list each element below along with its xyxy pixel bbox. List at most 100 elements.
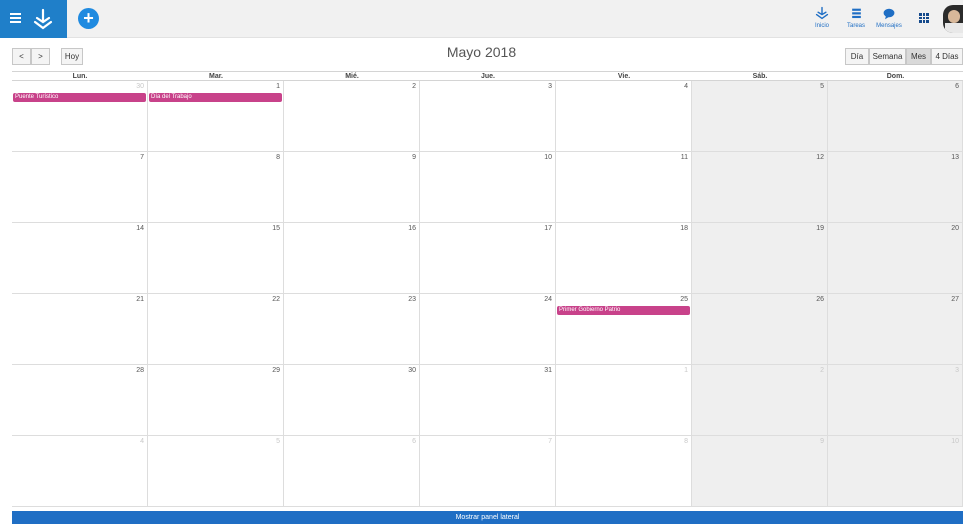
day-cell[interactable]: 30 (12, 81, 148, 152)
day-cell[interactable]: 5 (692, 81, 828, 152)
day-cell[interactable]: 26 (692, 294, 828, 365)
calendar-event[interactable]: Primer Gobierno Patrio (557, 306, 690, 315)
day-cell[interactable]: 13 (828, 152, 963, 223)
day-number[interactable]: 2 (412, 83, 416, 90)
day-cell[interactable]: 12 (692, 152, 828, 223)
day-cell[interactable]: 3 (420, 81, 556, 152)
day-cell[interactable]: 2 (284, 81, 420, 152)
nav-tareas[interactable]: Tareas (845, 4, 867, 34)
day-cell[interactable]: 17 (420, 223, 556, 294)
nav-inicio[interactable]: Inicio (811, 4, 833, 34)
day-cell[interactable]: 7 (12, 152, 148, 223)
day-cell[interactable]: 30 (284, 365, 420, 436)
day-cell[interactable]: 7 (420, 436, 556, 507)
day-number[interactable]: 31 (544, 367, 552, 374)
day-number[interactable]: 3 (955, 367, 959, 374)
day-cell[interactable]: 10 (828, 436, 963, 507)
view-day-button[interactable]: Día (845, 48, 869, 65)
app-logo-icon[interactable] (32, 8, 54, 30)
day-number[interactable]: 12 (816, 154, 824, 161)
day-number[interactable]: 4 (684, 83, 688, 90)
day-cell[interactable]: 15 (148, 223, 284, 294)
day-number[interactable]: 11 (681, 154, 688, 161)
day-number[interactable]: 27 (951, 296, 959, 303)
day-number[interactable]: 17 (544, 225, 552, 232)
day-number[interactable]: 23 (408, 296, 416, 303)
hamburger-menu-icon[interactable] (10, 13, 21, 23)
day-cell[interactable]: 19 (692, 223, 828, 294)
day-cell[interactable]: 8 (556, 436, 692, 507)
day-cell[interactable]: 4 (556, 81, 692, 152)
day-number[interactable]: 13 (951, 154, 959, 161)
day-cell[interactable]: 8 (148, 152, 284, 223)
day-cell[interactable]: 2 (692, 365, 828, 436)
day-cell[interactable]: 31 (420, 365, 556, 436)
day-number[interactable]: 30 (408, 367, 416, 374)
day-number[interactable]: 10 (544, 154, 552, 161)
day-cell[interactable]: 14 (12, 223, 148, 294)
view-week-button[interactable]: Semana (869, 48, 906, 65)
add-new-button[interactable]: + (78, 8, 99, 29)
day-number[interactable]: 29 (272, 367, 280, 374)
day-number[interactable]: 30 (136, 83, 144, 90)
day-cell[interactable]: 24 (420, 294, 556, 365)
day-number[interactable]: 16 (408, 225, 416, 232)
calendar-event[interactable]: Puente Turístico (13, 93, 146, 102)
day-number[interactable]: 6 (412, 438, 416, 445)
day-number[interactable]: 25 (680, 296, 688, 303)
day-number[interactable]: 26 (816, 296, 824, 303)
day-cell[interactable]: 10 (420, 152, 556, 223)
day-number[interactable]: 21 (136, 296, 144, 303)
day-cell[interactable]: 1 (148, 81, 284, 152)
calendar-event[interactable]: Día del Trabajo (149, 93, 282, 102)
nav-mensajes[interactable]: Mensajes (874, 4, 904, 34)
day-cell[interactable]: 23 (284, 294, 420, 365)
day-number[interactable]: 8 (684, 438, 688, 445)
day-number[interactable]: 9 (412, 154, 416, 161)
day-number[interactable]: 20 (951, 225, 959, 232)
day-cell[interactable]: 18 (556, 223, 692, 294)
day-cell[interactable]: 20 (828, 223, 963, 294)
view-4days-button[interactable]: 4 Días (931, 48, 963, 65)
apps-grid-icon[interactable] (919, 13, 929, 23)
day-cell[interactable]: 11 (556, 152, 692, 223)
day-number[interactable]: 7 (548, 438, 552, 445)
day-number[interactable]: 24 (544, 296, 552, 303)
day-cell[interactable]: 22 (148, 294, 284, 365)
day-cell[interactable]: 27 (828, 294, 963, 365)
day-number[interactable]: 15 (272, 225, 280, 232)
day-cell[interactable]: 9 (692, 436, 828, 507)
day-number[interactable]: 9 (820, 438, 824, 445)
view-month-button[interactable]: Mes (906, 48, 931, 65)
day-number[interactable]: 28 (136, 367, 144, 374)
day-number[interactable]: 6 (955, 83, 959, 90)
day-cell[interactable]: 4 (12, 436, 148, 507)
day-number[interactable]: 14 (136, 225, 144, 232)
day-cell[interactable]: 21 (12, 294, 148, 365)
user-avatar[interactable] (943, 5, 963, 33)
day-number[interactable]: 1 (276, 83, 280, 90)
day-number[interactable]: 1 (684, 367, 688, 374)
day-number[interactable]: 10 (951, 438, 959, 445)
day-number[interactable]: 18 (680, 225, 688, 232)
day-number[interactable]: 22 (272, 296, 280, 303)
day-number[interactable]: 3 (548, 83, 552, 90)
day-number[interactable]: 19 (816, 225, 824, 232)
day-cell[interactable]: 9 (284, 152, 420, 223)
day-number[interactable]: 8 (276, 154, 280, 161)
day-number[interactable]: 5 (820, 83, 824, 90)
day-cell[interactable]: 3 (828, 365, 963, 436)
day-number[interactable]: 5 (276, 438, 280, 445)
day-cell[interactable]: 5 (148, 436, 284, 507)
day-cell[interactable]: 16 (284, 223, 420, 294)
day-cell[interactable]: 1 (556, 365, 692, 436)
day-cell[interactable]: 29 (148, 365, 284, 436)
show-side-panel-button[interactable]: Mostrar panel lateral (12, 511, 963, 524)
day-cell[interactable]: 25 (556, 294, 692, 365)
day-number[interactable]: 7 (140, 154, 144, 161)
day-cell[interactable]: 6 (284, 436, 420, 507)
day-number[interactable]: 4 (140, 438, 144, 445)
day-cell[interactable]: 28 (12, 365, 148, 436)
day-number[interactable]: 2 (820, 367, 824, 374)
day-cell[interactable]: 6 (828, 81, 963, 152)
